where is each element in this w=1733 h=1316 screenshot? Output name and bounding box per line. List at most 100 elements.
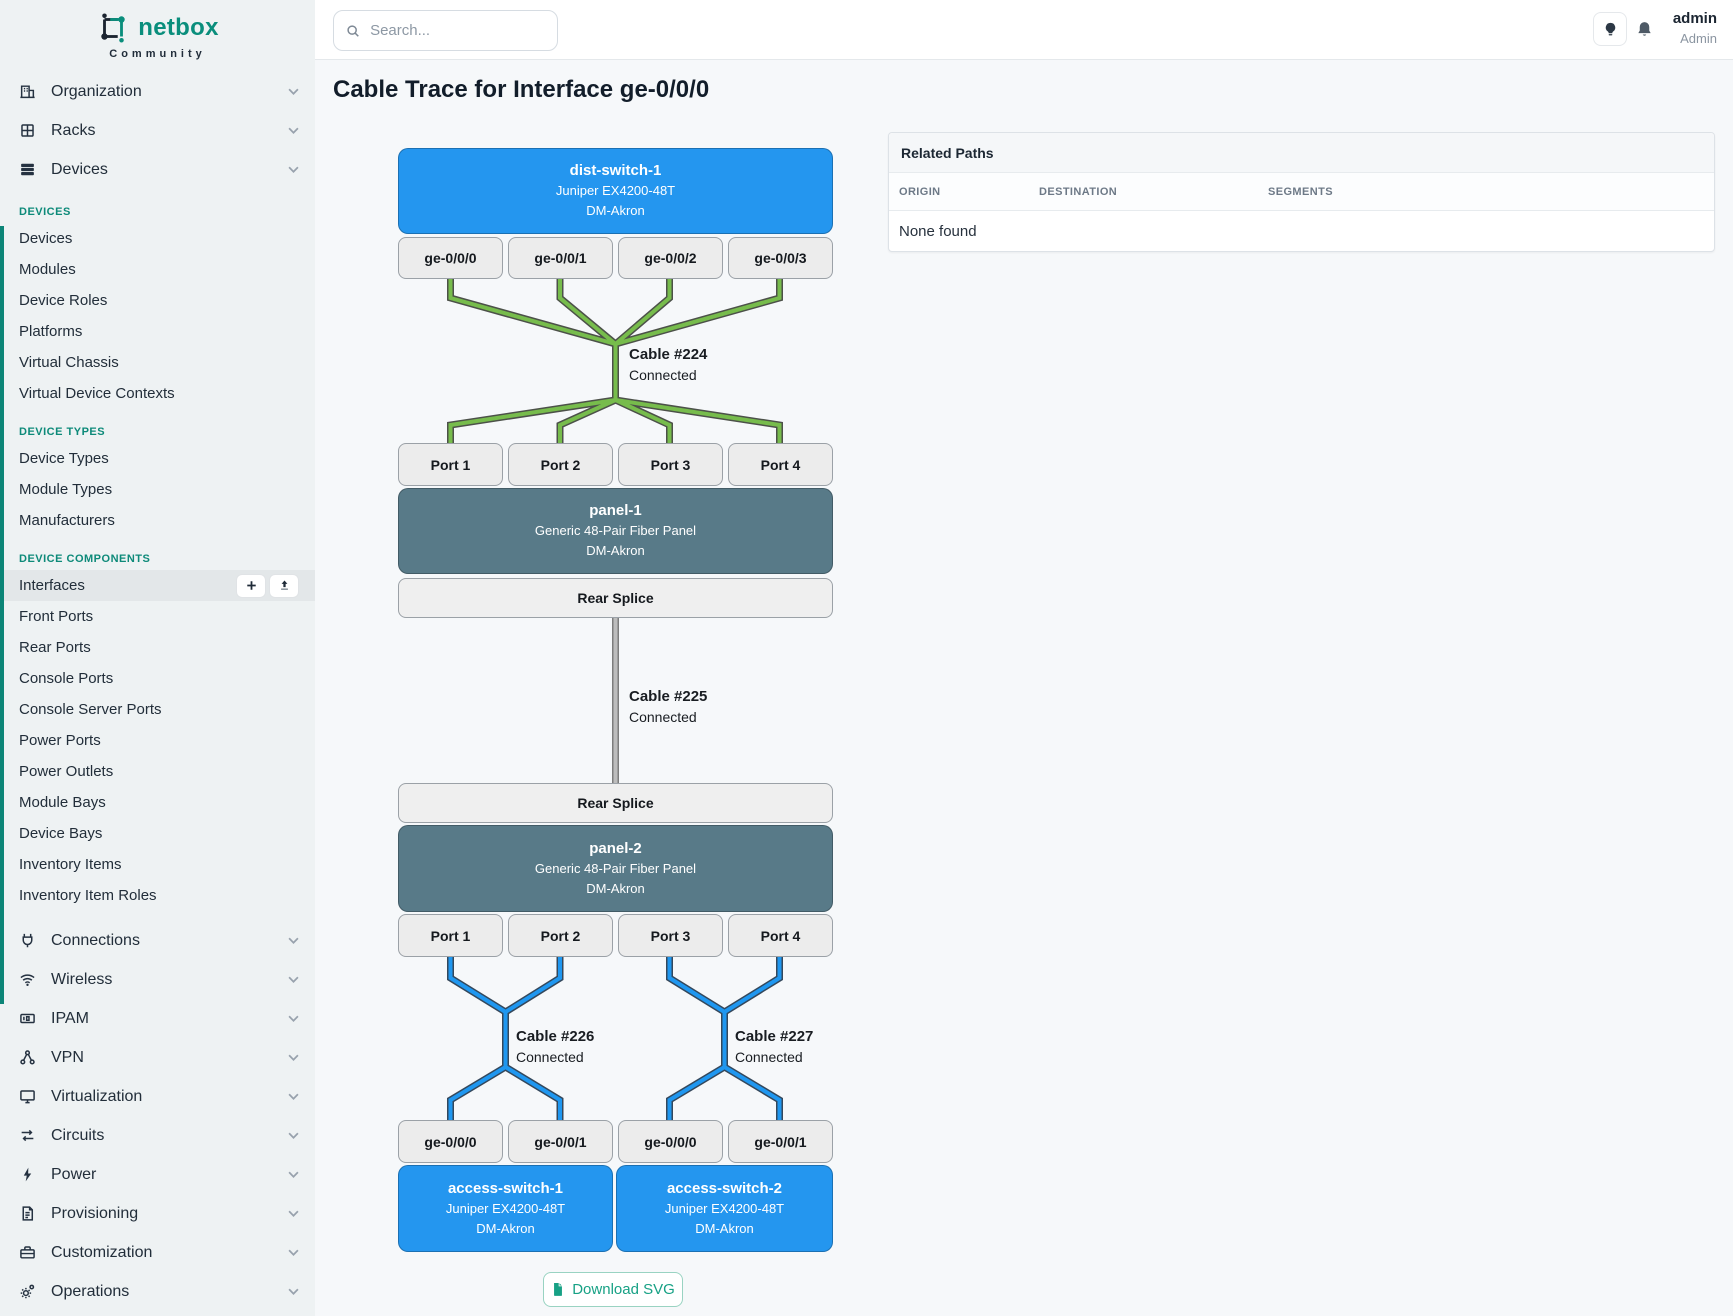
sidebar-item-console-server-ports[interactable]: Console Server Ports	[0, 694, 315, 725]
file-icon	[551, 1282, 565, 1297]
sidebar-item-rear-ports[interactable]: Rear Ports	[0, 632, 315, 663]
related-paths-empty: None found	[889, 211, 1714, 251]
front-port-box[interactable]: Port 3	[618, 443, 723, 486]
sidebar-item-device-types[interactable]: Device Types	[0, 443, 315, 474]
front-port-box[interactable]: Port 4	[728, 443, 833, 486]
global-search[interactable]	[333, 10, 558, 51]
notifications-button[interactable]	[1635, 20, 1654, 39]
sidebar-item-front-ports[interactable]: Front Ports	[0, 601, 315, 632]
sidebar-nav: Organization Racks Devices DEVICES Devic…	[0, 72, 315, 1311]
interface-label: ge-0/0/2	[644, 250, 696, 266]
sidebar-item-inventory-item-roles[interactable]: Inventory Item Roles	[0, 880, 315, 911]
sidebar-item-modules[interactable]: Modules	[0, 254, 315, 285]
chevron-down-icon	[288, 88, 299, 95]
import-button[interactable]	[269, 574, 299, 598]
cable-label-227[interactable]: Cable #227 Connected	[735, 1026, 813, 1068]
sidebar-item-virtual-device-contexts[interactable]: Virtual Device Contexts	[0, 378, 315, 409]
sidebar-item-connections[interactable]: Connections	[0, 921, 315, 960]
front-port-box[interactable]: Port 3	[618, 914, 723, 957]
sidebar-item-racks[interactable]: Racks	[0, 111, 315, 150]
trace-node-panel-1[interactable]: panel-1 Generic 48-Pair Fiber Panel DM-A…	[398, 488, 833, 574]
gears-icon	[19, 1283, 36, 1300]
interface-box[interactable]: ge-0/0/2	[618, 237, 723, 279]
sidebar-item-virtualization[interactable]: Virtualization	[0, 1077, 315, 1116]
sidebar-item-label: Devices	[19, 230, 72, 247]
front-port-box[interactable]: Port 4	[728, 914, 833, 957]
sidebar-item-ipam[interactable]: IPAM	[0, 999, 315, 1038]
sidebar-item-module-types[interactable]: Module Types	[0, 474, 315, 505]
sidebar-item-customization[interactable]: Customization	[0, 1233, 315, 1272]
sidebar-item-circuits[interactable]: Circuits	[0, 1116, 315, 1155]
sidebar-item-power-outlets[interactable]: Power Outlets	[0, 756, 315, 787]
interface-box[interactable]: ge-0/0/1	[728, 1120, 833, 1163]
sidebar-item-operations[interactable]: Operations	[0, 1272, 315, 1311]
sidebar-item-power-ports[interactable]: Power Ports	[0, 725, 315, 756]
upload-icon	[278, 579, 291, 592]
add-button[interactable]	[236, 574, 266, 598]
front-port-box[interactable]: Port 2	[508, 443, 613, 486]
front-port-box[interactable]: Port 1	[398, 443, 503, 486]
sidebar-item-inventory-items[interactable]: Inventory Items	[0, 849, 315, 880]
cable-label-225[interactable]: Cable #225 Connected	[629, 686, 707, 728]
theme-toggle-button[interactable]	[1593, 12, 1627, 46]
trace-node-dist-switch[interactable]: dist-switch-1 Juniper EX4200-48T DM-Akro…	[398, 148, 833, 234]
sidebar-item-vpn[interactable]: VPN	[0, 1038, 315, 1077]
main-content: Cable Trace for Interface ge-0/0/0 dist-…	[315, 60, 1733, 1316]
interface-box[interactable]: ge-0/0/0	[398, 237, 503, 279]
port-label: Rear Splice	[577, 795, 653, 811]
sidebar-item-device-bays[interactable]: Device Bays	[0, 818, 315, 849]
trace-node-access-switch-2[interactable]: access-switch-2 Juniper EX4200-48T DM-Ak…	[616, 1165, 833, 1252]
interface-label: ge-0/0/0	[424, 250, 476, 266]
plug-icon	[19, 932, 36, 949]
sidebar-item-wireless[interactable]: Wireless	[0, 960, 315, 999]
sidebar-item-virtual-chassis[interactable]: Virtual Chassis	[0, 347, 315, 378]
sidebar-item-label: Power Ports	[19, 732, 101, 749]
front-port-box[interactable]: Port 2	[508, 914, 613, 957]
brand-logo[interactable]: netbox Community	[0, 0, 315, 72]
sidebar-item-label: Modules	[19, 261, 76, 278]
sidebar-item-console-ports[interactable]: Console Ports	[0, 663, 315, 694]
sidebar-item-organization[interactable]: Organization	[0, 72, 315, 111]
cable-status: Connected	[516, 1047, 594, 1068]
sidebar-item-platforms[interactable]: Platforms	[0, 316, 315, 347]
sidebar: netbox Community Organization Racks Devi…	[0, 0, 315, 1316]
interface-box[interactable]: ge-0/0/1	[508, 237, 613, 279]
interface-box[interactable]: ge-0/0/0	[618, 1120, 723, 1163]
sidebar-item-devices-list[interactable]: Devices	[0, 223, 315, 254]
port-label: Port 1	[431, 928, 471, 944]
trace-node-access-switch-1[interactable]: access-switch-1 Juniper EX4200-48T DM-Ak…	[398, 1165, 613, 1252]
device-site: DM-Akron	[695, 1219, 754, 1239]
sidebar-item-interfaces[interactable]: Interfaces	[0, 570, 315, 601]
sidebar-section-device-components: DEVICE COMPONENTS	[0, 548, 315, 570]
trace-node-panel-2[interactable]: panel-2 Generic 48-Pair Fiber Panel DM-A…	[398, 825, 833, 912]
bell-icon	[1635, 20, 1654, 39]
download-svg-button[interactable]: Download SVG	[543, 1272, 683, 1307]
search-input[interactable]	[370, 22, 545, 39]
sidebar-item-devices[interactable]: Devices	[0, 150, 315, 189]
user-menu[interactable]: admin Admin	[1673, 9, 1717, 49]
interface-box[interactable]: ge-0/0/3	[728, 237, 833, 279]
interface-box[interactable]: ge-0/0/0	[398, 1120, 503, 1163]
sidebar-item-label: Circuits	[51, 1127, 273, 1145]
topbar: admin Admin	[315, 0, 1733, 60]
device-model: Juniper EX4200-48T	[556, 181, 675, 201]
front-port-box[interactable]: Port 1	[398, 914, 503, 957]
port-label: Port 3	[651, 928, 691, 944]
sidebar-item-device-roles[interactable]: Device Roles	[0, 285, 315, 316]
rear-port-box[interactable]: Rear Splice	[398, 578, 833, 618]
device-name: access-switch-1	[448, 1179, 563, 1199]
sidebar-item-label: Inventory Items	[19, 856, 122, 873]
user-role: Admin	[1673, 29, 1717, 49]
chevron-down-icon	[288, 1093, 299, 1100]
sidebar-item-power[interactable]: Power	[0, 1155, 315, 1194]
sidebar-item-label: Device Roles	[19, 292, 107, 309]
sidebar-item-label: Power	[51, 1166, 273, 1184]
sidebar-item-module-bays[interactable]: Module Bays	[0, 787, 315, 818]
rear-port-box[interactable]: Rear Splice	[398, 783, 833, 823]
cable-label-224[interactable]: Cable #224 Connected	[629, 344, 707, 386]
sidebar-item-manufacturers[interactable]: Manufacturers	[0, 505, 315, 536]
cable-label-226[interactable]: Cable #226 Connected	[516, 1026, 594, 1068]
related-paths-header-row: ORIGIN DESTINATION SEGMENTS	[889, 173, 1714, 211]
interface-box[interactable]: ge-0/0/1	[508, 1120, 613, 1163]
sidebar-item-provisioning[interactable]: Provisioning	[0, 1194, 315, 1233]
